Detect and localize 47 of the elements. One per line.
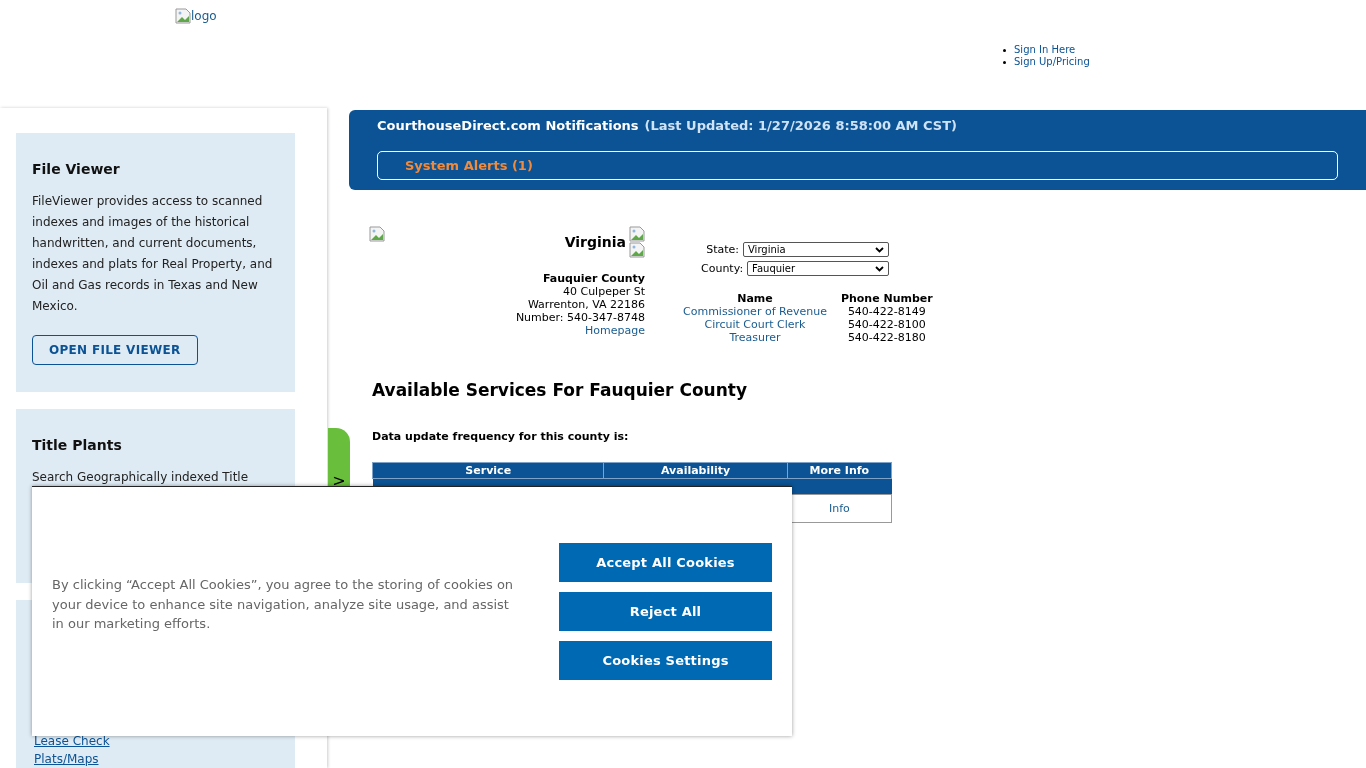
address-line: 40 Culpeper St	[562, 285, 645, 298]
county-label: County:	[701, 262, 744, 275]
state-name: Virginia	[564, 235, 626, 249]
broken-image-icon	[629, 226, 645, 242]
office-link[interactable]: Commissioner of Revenue	[683, 305, 827, 318]
column-header: Name	[736, 292, 774, 305]
column-header: Service	[372, 462, 604, 479]
state-label: State:	[706, 243, 739, 256]
cookie-button[interactable]: Cookies Settings	[559, 641, 772, 680]
office-phone: 540-422-8100	[846, 318, 927, 331]
sidebar-link[interactable]: Plats/Maps	[34, 750, 277, 768]
sidebar-link[interactable]: Lease Check	[34, 732, 277, 750]
bullet-icon	[1003, 60, 1006, 64]
state-dropdown[interactable]: Virginia	[743, 242, 889, 257]
homepage-link[interactable]: Homepage	[585, 324, 645, 337]
services-heading: Available Services For Fauquier County	[372, 380, 748, 400]
address-line: Warrenton, VA 22186	[527, 298, 645, 311]
broken-image-icon	[629, 242, 645, 258]
county-name: Fauquier County	[542, 272, 645, 285]
chevron-down-icon	[875, 265, 884, 272]
last-updated-text: (Last Updated: 1/27/2026 8:58:00 AM CST)	[644, 118, 958, 133]
notifications-title: CourthouseDirect.com Notifications	[377, 118, 639, 133]
office-phone: 540-422-8149	[846, 305, 927, 318]
column-header: More Info	[787, 462, 892, 479]
office-link[interactable]: Treasurer	[683, 331, 827, 344]
card-title: Title Plants	[32, 437, 123, 453]
update-frequency-text: Data update frequency for this county is:	[372, 430, 630, 443]
account-link[interactable]: Sign Up/Pricing	[1014, 56, 1090, 68]
chevron-down-icon	[875, 246, 884, 253]
column-header: Phone Number	[840, 292, 933, 305]
broken-image-icon	[175, 8, 191, 24]
column-header: Availability	[603, 462, 788, 479]
office-phone: 540-422-8180	[846, 331, 927, 344]
card-text: Search Geographically indexed Title	[32, 469, 250, 486]
cookie-button[interactable]: Reject All	[559, 592, 772, 631]
phone-number: Number: 540-347-8748	[515, 311, 645, 324]
office-link[interactable]: Circuit Court Clerk	[683, 318, 827, 331]
bullet-icon	[1003, 48, 1006, 52]
cookie-notice-text: By clicking “Accept All Cookies”, you agree to the storing of cookies on your device to enhance site navigation, analyze site usage, and assist in our marketing efforts.	[52, 576, 515, 634]
open-file-viewer-button[interactable]: OPEN FILE VIEWER	[32, 335, 198, 365]
county-dropdown[interactable]: Fauquier	[747, 261, 889, 276]
card-title: File Viewer	[32, 161, 121, 177]
broken-image-icon	[369, 226, 385, 242]
logo-alt-text[interactable]: logo	[191, 9, 217, 23]
account-link[interactable]: Sign In Here	[1014, 44, 1076, 56]
cookie-button[interactable]: Accept All Cookies	[559, 543, 772, 582]
card-text: FileViewer provides access to scanned indexes and images of the historical handwritten, and current documents, indexes and plats for Real Property, and Oil and Gas records in Texas and New Mexico.	[32, 193, 274, 315]
